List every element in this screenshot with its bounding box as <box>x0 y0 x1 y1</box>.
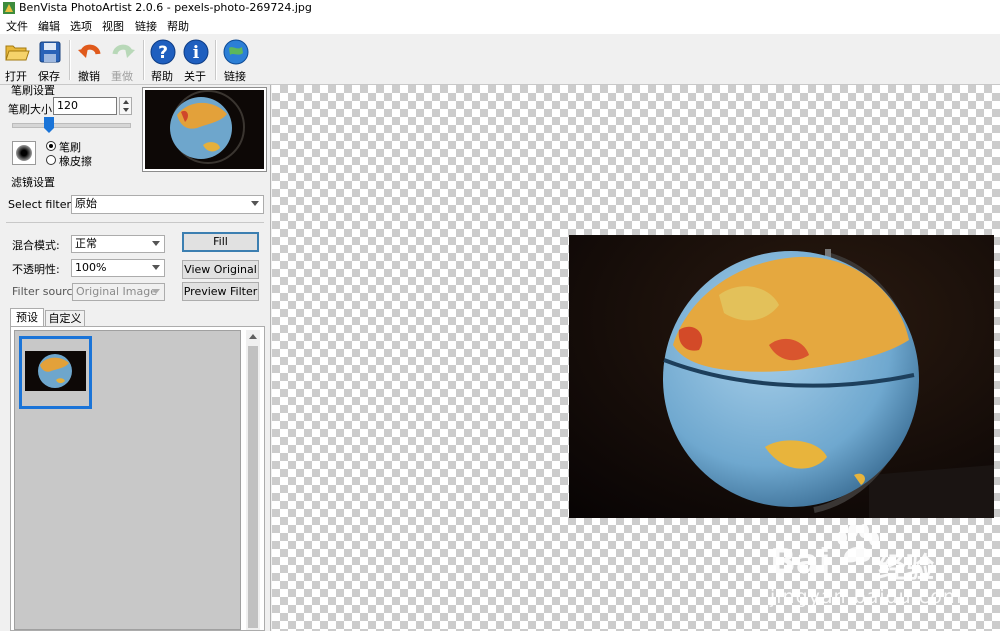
filter-group-title: 滤镜设置 <box>11 176 55 189</box>
spin-down-icon[interactable] <box>123 108 129 112</box>
tab-presets-label: 预设 <box>16 311 38 324</box>
open-button[interactable]: 打开 <box>0 37 32 83</box>
view-original-button[interactable]: View Original <box>182 260 259 279</box>
undo-button[interactable]: 撤销 <box>73 37 105 83</box>
select-filter-label: Select filter: <box>8 198 75 211</box>
about-label: 关于 <box>184 70 206 83</box>
redo-button[interactable]: 重做 <box>106 37 138 83</box>
about-button[interactable]: i 关于 <box>179 37 211 83</box>
paw-logo-icon <box>837 524 879 563</box>
tab-custom[interactable]: 自定义 <box>45 310 85 327</box>
soft-brush-icon <box>16 145 32 161</box>
brush-size-spinner[interactable] <box>119 97 132 115</box>
help-label: 帮助 <box>151 70 173 83</box>
tab-custom-label: 自定义 <box>48 312 82 325</box>
brush-group-title: 笔刷设置 <box>11 84 55 97</box>
menu-file[interactable]: 文件 <box>6 18 28 34</box>
save-button[interactable]: 保存 <box>33 37 65 83</box>
help-question-icon: ? <box>150 39 176 65</box>
filter-source-select[interactable]: Original Image <box>72 283 165 301</box>
brush-size-slider-track[interactable] <box>12 123 131 128</box>
eraser-mode-radio[interactable] <box>46 155 56 165</box>
scrollbar-thumb[interactable] <box>248 346 258 628</box>
chevron-down-icon <box>251 201 259 206</box>
menu-help[interactable]: 帮助 <box>167 18 189 34</box>
tab-presets[interactable]: 预设 <box>10 308 44 327</box>
scroll-up-icon[interactable] <box>249 334 257 339</box>
toolbar-separator <box>215 40 217 80</box>
menu-bar: 文件 编辑 选项 视图 链接 帮助 <box>0 16 1000 35</box>
toolbar: 打开 保存 撤销 重做 ? 帮助 i 关于 链接 <box>0 34 1000 85</box>
watermark-brand-tail: 经验 <box>878 551 935 584</box>
brush-size-label: 笔刷大小: <box>8 103 56 116</box>
toolbar-separator <box>143 40 145 80</box>
menu-options[interactable]: 选项 <box>70 18 92 34</box>
chevron-down-icon <box>152 265 160 270</box>
menu-view[interactable]: 视图 <box>102 18 124 34</box>
preset-thumbnail-selected[interactable] <box>19 336 92 409</box>
info-icon: i <box>183 39 209 65</box>
navigator-image <box>145 90 264 169</box>
redo-icon <box>112 44 135 58</box>
baidu-watermark: Bai 经验 jingyan.baidu.com <box>770 522 1000 622</box>
title-bar: BenVista PhotoArtist 2.0.6 - pexels-phot… <box>0 0 1000 16</box>
link-button[interactable]: 链接 <box>219 37 251 83</box>
blend-mode-label: 混合模式: <box>12 239 60 252</box>
brush-mode-radio[interactable] <box>46 141 56 151</box>
opacity-label: 不透明性: <box>12 263 60 276</box>
filter-select-value: 原始 <box>75 197 97 210</box>
window-title: BenVista PhotoArtist 2.0.6 - pexels-phot… <box>19 1 312 14</box>
eraser-mode-label: 橡皮擦 <box>59 155 92 168</box>
floppy-disk-icon <box>39 41 61 63</box>
divider <box>6 222 264 223</box>
help-button[interactable]: ? 帮助 <box>146 37 178 83</box>
brush-size-slider-thumb[interactable] <box>44 117 55 133</box>
opacity-value: 100% <box>75 261 107 274</box>
globe-link-icon <box>223 39 249 65</box>
settings-panel: 笔刷设置 笔刷大小: 120 笔刷 橡皮擦 滤镜设置 Select filter… <box>0 84 271 631</box>
fill-button[interactable]: Fill <box>182 232 259 252</box>
undo-icon <box>78 44 101 58</box>
preset-image <box>25 351 86 391</box>
globe-photo <box>569 235 994 518</box>
watermark-url: jingyan.baidu.com <box>770 586 963 608</box>
preview-filter-button[interactable]: Preview Filter <box>182 282 259 301</box>
blend-mode-select[interactable]: 正常 <box>71 235 165 253</box>
toolbar-separator <box>69 40 71 80</box>
app-icon <box>3 2 15 14</box>
svg-text:i: i <box>193 43 200 63</box>
chevron-down-icon <box>152 241 160 246</box>
menu-link[interactable]: 链接 <box>135 18 157 34</box>
watermark-brand: Bai <box>770 542 831 582</box>
blend-mode-value: 正常 <box>75 237 97 250</box>
menu-edit[interactable]: 编辑 <box>38 18 60 34</box>
link-label: 链接 <box>224 70 246 83</box>
redo-label: 重做 <box>111 70 133 83</box>
folder-open-icon <box>5 45 30 61</box>
spin-up-icon[interactable] <box>123 100 129 104</box>
tab-panel <box>10 326 265 631</box>
svg-text:?: ? <box>158 43 168 63</box>
preset-list <box>14 330 241 630</box>
brush-preview <box>12 141 36 165</box>
filter-source-value: Original Image <box>76 285 157 298</box>
preset-scrollbar[interactable] <box>246 330 260 630</box>
undo-label: 撤销 <box>78 70 100 83</box>
brush-size-input[interactable]: 120 <box>53 97 117 115</box>
chevron-down-icon <box>152 289 160 294</box>
filter-select[interactable]: 原始 <box>71 195 264 214</box>
navigator-thumbnail[interactable] <box>142 87 267 172</box>
opacity-select[interactable]: 100% <box>71 259 165 277</box>
